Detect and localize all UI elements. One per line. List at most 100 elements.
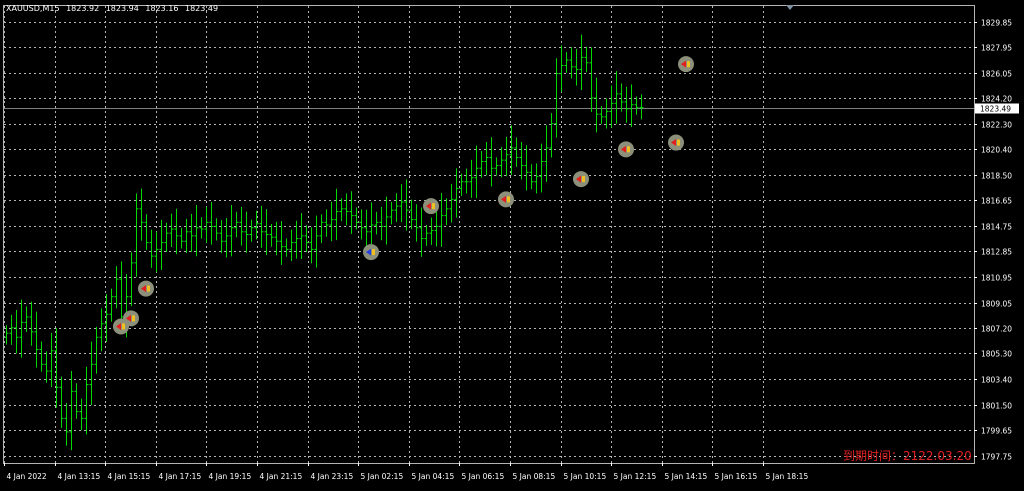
candle (399, 184, 404, 223)
signal-bar-icon (582, 176, 585, 183)
sell-signal-icon[interactable] (573, 171, 589, 188)
sell-signal-icon[interactable] (123, 310, 139, 327)
candle (9, 314, 14, 345)
y-tick-label: 1801.50 (981, 402, 1012, 411)
candle (309, 227, 314, 264)
candle (374, 211, 379, 235)
candle (359, 209, 364, 240)
candle (329, 201, 334, 242)
candle (204, 206, 209, 243)
candle (479, 150, 484, 178)
candle (169, 213, 174, 248)
candle (584, 46, 589, 73)
candle (234, 211, 239, 238)
x-tick-label: 4 Jan 23:15 (311, 472, 354, 481)
candle (384, 196, 389, 245)
candle (184, 218, 189, 253)
candle (469, 159, 474, 198)
chart-header: XAUUSD,M15 1823.92 1823.94 1823.16 1823.… (6, 4, 222, 13)
price-chart[interactable]: 1829.85 1827.95 1826.05 1824.20 1822.30 1820.… (0, 0, 1024, 487)
sell-signal-icon[interactable] (668, 134, 684, 151)
candle (434, 208, 439, 247)
candle (189, 213, 194, 252)
candle (389, 202, 394, 225)
candle (49, 332, 54, 388)
candle (474, 145, 479, 199)
candle (564, 51, 569, 73)
buy-signal-icon[interactable] (363, 244, 379, 261)
candle (179, 227, 184, 249)
candle (334, 188, 339, 241)
chart-shift-triangle-icon[interactable] (786, 5, 794, 10)
plot-frame (3, 5, 975, 464)
candle (314, 215, 319, 268)
x-tick-label: 5 Jan 04:15 (412, 472, 455, 481)
x-tick-label: 4 Jan 15:15 (108, 472, 151, 481)
x-tick-label: 5 Jan 02:15 (361, 472, 404, 481)
signal-bar-icon (372, 249, 375, 256)
x-tick-label: 4 Jan 17:15 (159, 472, 202, 481)
candle (449, 183, 454, 223)
symbol-timeframe: XAUUSD,M15 (6, 4, 60, 13)
candle (14, 309, 19, 354)
candle (264, 209, 269, 255)
signal-bar-icon (147, 285, 150, 292)
candle (194, 205, 199, 257)
candle (414, 204, 419, 242)
y-tick-label: 1814.75 (981, 223, 1012, 232)
trade-signal-markers[interactable] (113, 56, 694, 335)
candle (514, 137, 519, 167)
candle (159, 219, 164, 270)
candle (349, 191, 354, 234)
sell-signal-icon[interactable] (678, 56, 694, 73)
y-tick-label: 1829.85 (981, 19, 1012, 28)
y-tick-label: 1826.05 (981, 70, 1012, 79)
signal-bar-icon (687, 61, 690, 68)
candle (59, 376, 64, 428)
y-tick-label: 1807.20 (981, 325, 1012, 334)
candle (379, 206, 384, 241)
candle (199, 217, 204, 239)
x-tick-label: 4 Jan 19:15 (209, 472, 252, 481)
y-tick-label: 1827.95 (981, 44, 1012, 53)
sell-signal-icon[interactable] (138, 280, 154, 297)
x-tick-label: 4 Jan 21:15 (260, 472, 303, 481)
candle (289, 229, 294, 262)
y-tick-label: 1797.75 (981, 453, 1012, 462)
candle (229, 205, 234, 257)
sell-signal-icon[interactable] (618, 141, 634, 158)
candle (344, 193, 349, 226)
candle (69, 371, 74, 451)
current-price-label: 1823.49 (975, 103, 1019, 114)
candle (174, 208, 179, 255)
y-tick-label: 1824.20 (981, 95, 1012, 104)
candle (444, 198, 449, 226)
y-tick-label: 1818.50 (981, 172, 1012, 181)
time-axis[interactable]: 4 Jan 2022 4 Jan 13:15 4 Jan 15:15 4 Jan 17… (4, 463, 809, 481)
candle (219, 220, 224, 253)
y-tick-label: 1805.30 (981, 350, 1012, 359)
y-tick-label: 1809.05 (981, 300, 1012, 309)
candle (254, 210, 259, 240)
current-price-value: 1823.49 (980, 105, 1011, 114)
candle (589, 47, 594, 112)
signal-bar-icon (132, 315, 135, 322)
chart-window[interactable]: 1829.85 1827.95 1826.05 1824.20 1822.30 1820.… (0, 0, 1024, 487)
signal-bar-icon (432, 203, 435, 210)
price-axis[interactable]: 1829.85 1827.95 1826.05 1824.20 1822.30 1820.… (974, 19, 1012, 462)
signal-bar-icon (507, 196, 510, 203)
sell-signal-icon[interactable] (498, 191, 514, 208)
candle (304, 225, 309, 253)
candle (114, 266, 119, 309)
candle (504, 136, 509, 177)
candle (539, 143, 544, 193)
x-tick-label: 5 Jan 06:15 (462, 472, 505, 481)
sell-signal-icon[interactable] (423, 198, 439, 215)
candle (79, 398, 84, 431)
candle (64, 402, 69, 446)
candle (634, 96, 639, 115)
candle (464, 168, 469, 194)
candle (214, 218, 219, 241)
candle (89, 341, 94, 406)
ohlc-close: 1823.49 (185, 4, 219, 13)
